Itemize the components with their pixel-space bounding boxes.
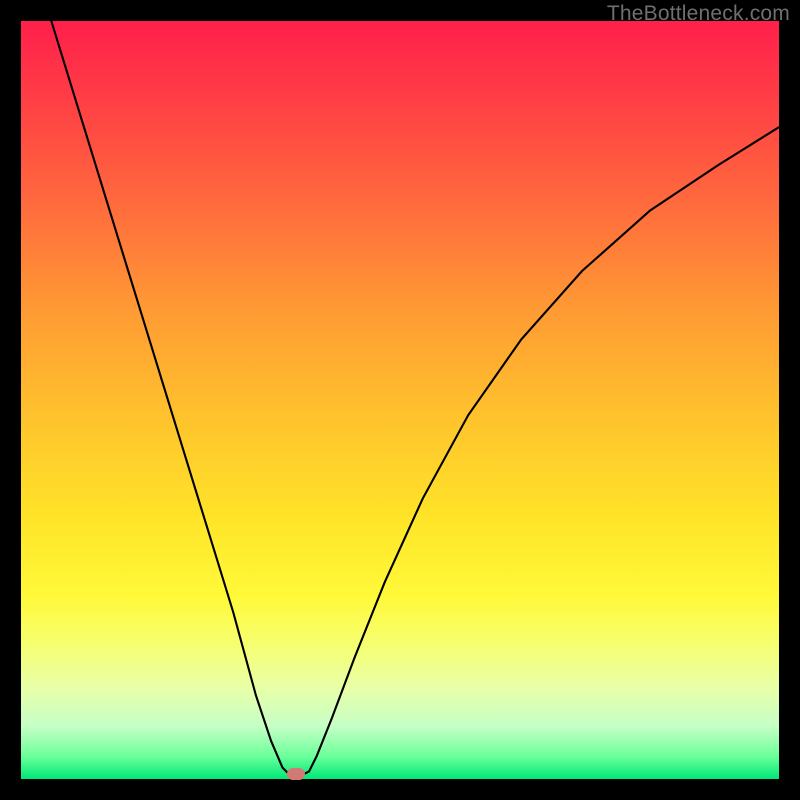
bottleneck-curve [51,21,779,776]
plot-area [21,21,779,779]
optimal-point-marker [287,768,305,780]
curve-svg [21,21,779,779]
watermark-text: TheBottleneck.com [607,2,790,26]
chart-frame: TheBottleneck.com [0,0,800,800]
